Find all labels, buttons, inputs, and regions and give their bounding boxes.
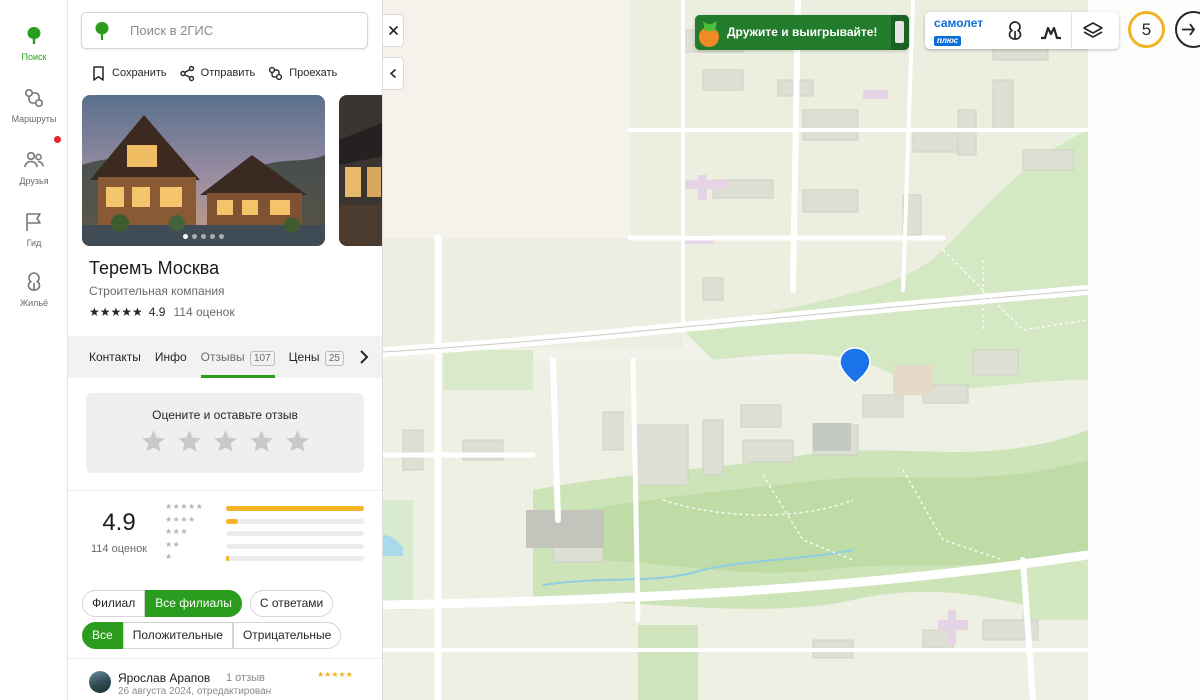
samolet-plus-logo[interactable]: самолет плюс [934, 16, 983, 48]
avatar[interactable] [89, 671, 111, 693]
housing-icon [27, 272, 41, 291]
save-button[interactable]: Сохранить [90, 62, 167, 84]
action-bar: Сохранить Отправить Проехать [90, 62, 337, 84]
nav-label: Друзья [19, 176, 49, 186]
gallery-photo[interactable] [82, 95, 325, 246]
nav-item-friends[interactable]: Друзья [0, 148, 68, 186]
nav-label: Гид [26, 238, 42, 248]
rating-summary: 4.9 114 оценок ★★★★★ ★★★★ ★★★ ★★ ★ [68, 490, 382, 575]
rating-count: 114 оценок [173, 305, 235, 319]
nav-rail: Поиск Маршруты Друзья Гид Жильё [0, 0, 68, 700]
route-label: Проехать [289, 67, 338, 79]
filter-all-branches[interactable]: Все филиалы [145, 590, 242, 617]
search-box[interactable] [81, 12, 368, 49]
company-category: Строительная компания [89, 284, 225, 298]
branch-filter: Филиал Все филиалы С ответами [82, 590, 334, 617]
nav-item-search[interactable]: Поиск [0, 24, 68, 62]
route-button[interactable]: Проехать [267, 62, 337, 84]
login-icon [1182, 23, 1196, 36]
routes-icon [24, 88, 44, 108]
close-icon [388, 25, 398, 36]
layers-button[interactable] [1075, 12, 1111, 49]
promo-banner[interactable]: Дружите и выигрывайте! [695, 15, 909, 50]
rate-stars [86, 428, 364, 455]
company-name: Теремъ Москва [89, 258, 220, 278]
company-rating[interactable]: ★★★★★ 4.9 114 оценок [89, 305, 235, 319]
review-stars: ★★★★★ [317, 670, 353, 679]
reviews-badge: 107 [249, 351, 275, 366]
search-input[interactable] [130, 13, 355, 48]
nav-label: Маршруты [11, 114, 57, 124]
chevron-left-icon [389, 68, 396, 79]
login-button[interactable] [1175, 11, 1200, 48]
tab-prices[interactable]: Цены 25 [289, 336, 344, 378]
rating-stars: ★★★★★ [89, 305, 143, 319]
distribution-bar [226, 506, 364, 511]
share-icon [179, 65, 194, 81]
star-icon[interactable] [284, 428, 311, 455]
filter-with-replies[interactable]: С ответами [249, 590, 334, 617]
route-icon [269, 66, 283, 80]
star-icon[interactable] [248, 428, 275, 455]
place-tabs: Контакты Инфо Отзывы 107 Цены 25 [68, 336, 382, 378]
nav-item-routes[interactable]: Маршруты [0, 86, 68, 124]
map-unloaded-area [1088, 0, 1200, 700]
weather-badge[interactable]: 5 [1128, 11, 1165, 48]
save-label: Сохранить [112, 67, 167, 79]
review-date: 26 августа 2024, отредактирован [118, 686, 272, 697]
friends-icon [24, 151, 44, 168]
rating-value: 4.9 [148, 305, 166, 319]
collapse-panel-button[interactable] [383, 57, 404, 90]
gallery-photo-next[interactable] [339, 95, 382, 246]
bookmark-icon [93, 65, 104, 81]
metro-icon [1041, 26, 1061, 39]
filter-positive[interactable]: Положительные [122, 622, 233, 649]
distribution-bar [226, 556, 229, 561]
map-graphics [383, 0, 1088, 700]
place-panel: Сохранить Отправить Проехать [68, 0, 383, 700]
housing-icon [1008, 20, 1022, 40]
close-panel-button[interactable] [383, 14, 404, 47]
review-item: Ярослав Арапов 1 отзыв ★★★★★ 26 августа … [68, 658, 382, 700]
promo-text: Дружите и выигрывайте! [727, 25, 878, 39]
review-author[interactable]: Ярослав Арапов [118, 671, 210, 685]
nav-label: Поиск [21, 52, 47, 62]
map-controls: самолет плюс [925, 12, 1119, 49]
share-label: Отправить [200, 67, 256, 79]
tab-reviews[interactable]: Отзывы 107 [200, 336, 275, 378]
nav-label: Жильё [19, 298, 49, 308]
distribution-bar [226, 518, 239, 524]
nav-item-housing[interactable]: Жильё [0, 270, 68, 308]
filter-branch[interactable]: Филиал [82, 590, 146, 617]
notification-dot [54, 136, 61, 143]
summary-rating: 4.9 [102, 509, 136, 536]
summary-count: 114 оценок [90, 543, 147, 555]
house-photo [339, 95, 382, 246]
sentiment-filter: Все Положительные Отрицательные [82, 622, 342, 649]
star-icon[interactable] [140, 428, 167, 455]
guide-flag-icon [26, 213, 41, 231]
house-photo [82, 95, 325, 246]
nav-item-guide[interactable]: Гид [0, 210, 68, 248]
metro-button[interactable] [1033, 12, 1069, 49]
housing-button[interactable] [997, 12, 1033, 49]
share-button[interactable]: Отправить [179, 62, 256, 84]
star-icon[interactable] [176, 428, 203, 455]
rate-prompt-title: Оцените и оставьте отзыв [152, 408, 298, 422]
filter-all[interactable]: Все [82, 622, 123, 649]
layers-icon [1083, 21, 1103, 38]
map-canvas[interactable] [383, 0, 1088, 700]
tab-contacts[interactable]: Контакты [89, 336, 141, 378]
divider [1071, 12, 1072, 49]
tab-info[interactable]: Инфо [155, 336, 187, 378]
filter-negative[interactable]: Отрицательные [232, 622, 342, 649]
2gis-logo-icon [95, 22, 109, 40]
gallery-dots [82, 234, 325, 239]
search-logo-icon [27, 27, 41, 44]
review-author-count: 1 отзыв [226, 672, 265, 684]
chevron-right-icon[interactable] [357, 349, 371, 365]
rate-prompt: Оцените и оставьте отзыв [86, 393, 364, 473]
star-icon[interactable] [212, 428, 239, 455]
